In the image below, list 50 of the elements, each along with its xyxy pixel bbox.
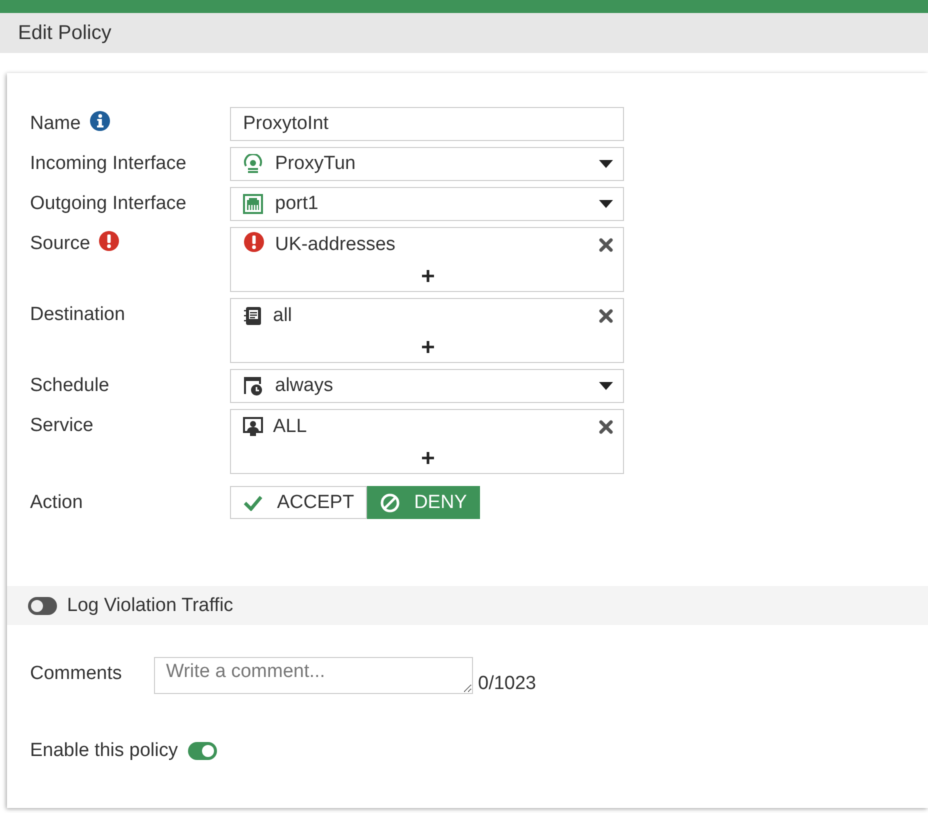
calendar-clock-icon: [243, 376, 263, 396]
field-label: Outgoing Interface: [30, 193, 186, 215]
dropdown-caret-icon: [599, 382, 613, 390]
action-option[interactable]: DENY: [367, 486, 480, 519]
address-book-icon: [243, 306, 263, 326]
dropdown-field[interactable]: always: [230, 369, 624, 403]
add-icon: [422, 341, 434, 353]
toggle-label: Enable this policy: [30, 740, 178, 762]
add-icon: [422, 270, 434, 282]
info-icon: [88, 110, 111, 132]
dropdown-value: ProxyTun: [275, 153, 356, 175]
port-icon: [243, 194, 263, 214]
selected-entry: ALL: [273, 416, 307, 438]
error-icon: [98, 230, 120, 252]
toggle-switch[interactable]: [188, 742, 217, 760]
comment-field[interactable]: Write a comment...: [154, 657, 473, 694]
field-label: Action: [30, 492, 83, 514]
multi-select-field[interactable]: UK-addresses: [230, 227, 624, 292]
monitor-person-icon: [243, 416, 263, 436]
field-label: Comments: [30, 663, 123, 685]
error-icon: [243, 230, 265, 252]
multi-select-field[interactable]: ALL: [230, 409, 624, 474]
dropdown-caret-icon: [599, 160, 613, 168]
page-title: Edit Policy: [18, 22, 112, 44]
name-field[interactable]: ProxytoInt: [230, 107, 624, 141]
selected-entry: UK-addresses: [275, 234, 396, 256]
dropdown-value: port1: [275, 193, 318, 215]
person-circle-icon: [243, 154, 263, 174]
field-label: Schedule: [30, 375, 110, 397]
ban-icon: [380, 492, 400, 512]
selected-entry: all: [273, 304, 292, 326]
dropdown-caret-icon: [599, 200, 613, 208]
dropdown-field[interactable]: ProxyTun: [230, 147, 624, 181]
field-label: Source: [30, 233, 90, 255]
toggle-label: Log Violation Traffic: [67, 594, 234, 616]
dropdown-value: always: [275, 375, 334, 397]
character-counter: 0/1023: [478, 673, 536, 695]
remove-icon: [599, 420, 613, 434]
field-label: Service: [30, 415, 94, 437]
remove-icon: [599, 238, 613, 252]
toggle-switch[interactable]: [28, 596, 57, 614]
action-option[interactable]: ACCEPT: [230, 486, 368, 519]
field-label: Incoming Interface: [30, 153, 186, 175]
dropdown-field[interactable]: port1: [230, 187, 624, 221]
field-label: Destination: [30, 304, 126, 326]
multi-select-field[interactable]: all: [230, 298, 624, 363]
add-icon: [422, 452, 434, 464]
check-icon: [243, 494, 263, 510]
field-label: Name: [30, 113, 81, 135]
remove-icon: [599, 308, 613, 322]
